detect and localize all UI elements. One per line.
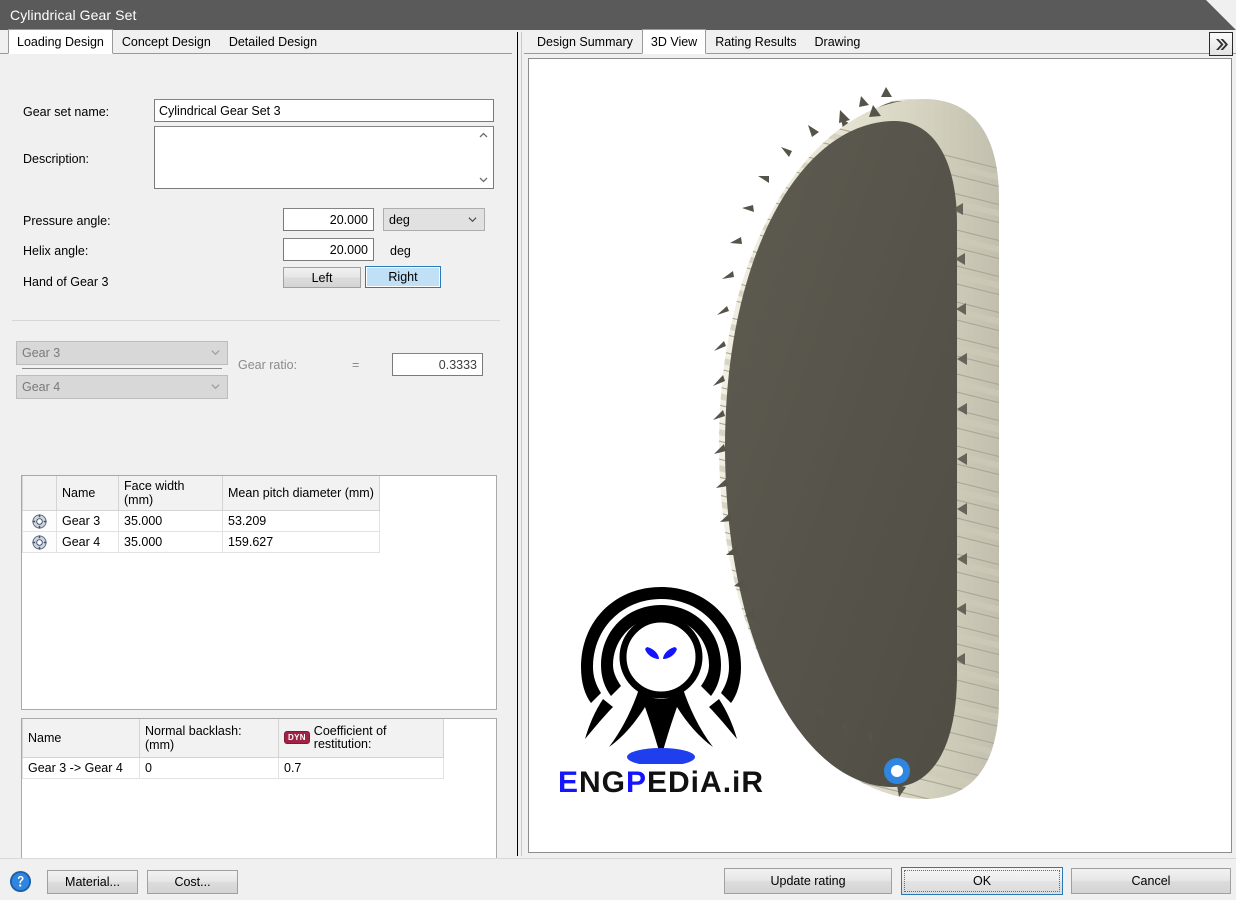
chevron-up-icon <box>479 132 488 138</box>
mesh-table-col-normal-backlash: Normal backlash: (mm) <box>139 719 279 758</box>
update-rating-button[interactable]: Update rating <box>724 868 892 894</box>
description-scrollbar[interactable] <box>477 129 492 186</box>
gear-icon <box>32 513 47 529</box>
gear-table-col-mean-pitch-diameter: Mean pitch diameter (mm) <box>222 476 380 511</box>
table-row[interactable]: Gear 3 -> Gear 4 0 0.7 <box>22 756 444 779</box>
ratio-numerator-combo[interactable]: Gear 3 <box>16 341 228 365</box>
tab-detailed-design[interactable]: Detailed Design <box>219 31 327 53</box>
gear-row-mean-pitch-diameter: 159.627 <box>222 531 380 553</box>
hand-of-gear-label: Hand of Gear 3 <box>23 275 109 289</box>
pressure-angle-label: Pressure angle: <box>23 214 111 228</box>
ok-button[interactable]: OK <box>901 867 1063 895</box>
mesh-row-coefficient-of-restitution[interactable]: 0.7 <box>278 756 444 779</box>
gear-table-container: Name Face width (mm) Mean pitch diameter… <box>21 475 497 710</box>
chevron-down-icon <box>211 384 220 390</box>
gear-row-icon-cell <box>22 510 57 532</box>
table-row[interactable]: Gear 3 35.000 53.209 <box>22 510 380 532</box>
ok-button-label: OK <box>972 874 992 888</box>
gear-icon <box>32 534 47 550</box>
gear-table-col-face-width: Face width (mm) <box>118 476 223 511</box>
gear-set-name-input[interactable] <box>154 99 494 122</box>
gear-row-face-width: 35.000 <box>118 510 223 532</box>
mesh-row-name: Gear 3 -> Gear 4 <box>22 756 140 779</box>
left-tabstrip: Loading Design Concept Design Detailed D… <box>0 29 512 54</box>
tab-rating-results[interactable]: Rating Results <box>706 31 806 53</box>
gear-row-icon-cell <box>22 531 57 553</box>
gear-table-header-row: Name Face width (mm) Mean pitch diameter… <box>22 476 380 511</box>
dyn-badge-icon: DYN <box>284 731 310 745</box>
form-divider <box>12 320 500 321</box>
mesh-table-container: Name Normal backlash: (mm) DYN Coefficie… <box>21 718 497 878</box>
ratio-numerator-value: Gear 3 <box>22 346 61 360</box>
mesh-row-normal-backlash[interactable]: 0 <box>139 756 279 779</box>
tab-design-summary[interactable]: Design Summary <box>528 31 642 53</box>
chevron-down-icon <box>468 216 477 222</box>
gear-set-name-label: Gear set name: <box>23 105 110 119</box>
gear-ratio-label: Gear ratio: <box>238 358 298 372</box>
chevron-double-right-icon <box>1215 38 1228 50</box>
gear-table-col-name: Name <box>56 476 119 511</box>
hand-right-button[interactable]: Right <box>365 266 441 288</box>
big-gear-face <box>725 121 957 787</box>
gear-ratio-equals: = <box>352 358 360 372</box>
description-label: Description: <box>23 152 89 166</box>
right-tabstrip: Design Summary 3D View Rating Results Dr… <box>524 29 1236 54</box>
help-icon[interactable] <box>9 870 32 893</box>
mesh-table-col-name: Name <box>22 719 140 758</box>
helix-angle-input[interactable] <box>283 238 374 261</box>
mesh-table: Name Normal backlash: (mm) DYN Coefficie… <box>22 719 444 779</box>
mesh-table-col-coefficient-of-restitution: DYN Coefficient of restitution: <box>278 719 444 758</box>
cylindrical-gear-set-window: Cylindrical Gear Set Loading Design Conc… <box>0 0 1236 900</box>
material-button[interactable]: Material... <box>47 870 138 894</box>
window-title: Cylindrical Gear Set <box>10 7 137 23</box>
tab-concept-design[interactable]: Concept Design <box>112 31 220 53</box>
expand-panel-button[interactable] <box>1209 32 1233 56</box>
gear-table-col-icon <box>22 476 57 511</box>
mesh-table-header-row: Name Normal backlash: (mm) DYN Coefficie… <box>22 719 444 758</box>
ratio-denominator-combo[interactable]: Gear 4 <box>16 375 228 399</box>
right-panel: Design Summary 3D View Rating Results Dr… <box>524 29 1236 858</box>
table-row[interactable]: Gear 4 35.000 159.627 <box>22 531 380 553</box>
tab-drawing[interactable]: Drawing <box>805 31 870 53</box>
left-panel: Loading Design Concept Design Detailed D… <box>0 29 512 878</box>
ratio-fraction-line <box>22 368 222 369</box>
gear-table: Name Face width (mm) Mean pitch diameter… <box>22 476 380 553</box>
pressure-angle-unit-combo[interactable]: deg <box>383 208 485 231</box>
gear-row-mean-pitch-diameter: 53.209 <box>222 510 380 532</box>
titlebar-corner-clip <box>1206 0 1236 30</box>
loading-design-form: Gear set name: Description: Pressure ang… <box>0 55 512 878</box>
pressure-angle-unit-value: deg <box>389 212 410 227</box>
window-titlebar: Cylindrical Gear Set <box>0 0 1236 30</box>
gear-row-face-width: 35.000 <box>118 531 223 553</box>
hand-left-button[interactable]: Left <box>283 267 361 288</box>
cost-button[interactable]: Cost... <box>147 870 238 894</box>
gear-row-name: Gear 4 <box>56 531 119 553</box>
description-textarea[interactable] <box>154 126 494 189</box>
gear-ratio-input[interactable] <box>392 353 483 376</box>
gear-set-3d-render <box>713 87 999 799</box>
tab-loading-design[interactable]: Loading Design <box>8 29 113 54</box>
gear-row-name: Gear 3 <box>56 510 119 532</box>
chevron-down-icon <box>211 350 220 356</box>
helix-angle-unit-label: deg <box>390 244 411 258</box>
bearing-marker-icon <box>884 758 910 784</box>
dialog-footer: Material... Cost... Update rating OK Can… <box>0 858 1236 900</box>
helix-angle-label: Helix angle: <box>23 244 89 258</box>
pressure-angle-input[interactable] <box>283 208 374 231</box>
chevron-down-icon <box>479 177 488 183</box>
tab-3d-view[interactable]: 3D View <box>641 29 707 54</box>
3d-viewport[interactable]: ENGPEDiA.iR <box>528 58 1232 853</box>
mesh-table-col-coefficient-label: Coefficient of restitution: <box>313 723 387 751</box>
cancel-button[interactable]: Cancel <box>1071 868 1231 894</box>
ratio-denominator-value: Gear 4 <box>22 380 61 394</box>
